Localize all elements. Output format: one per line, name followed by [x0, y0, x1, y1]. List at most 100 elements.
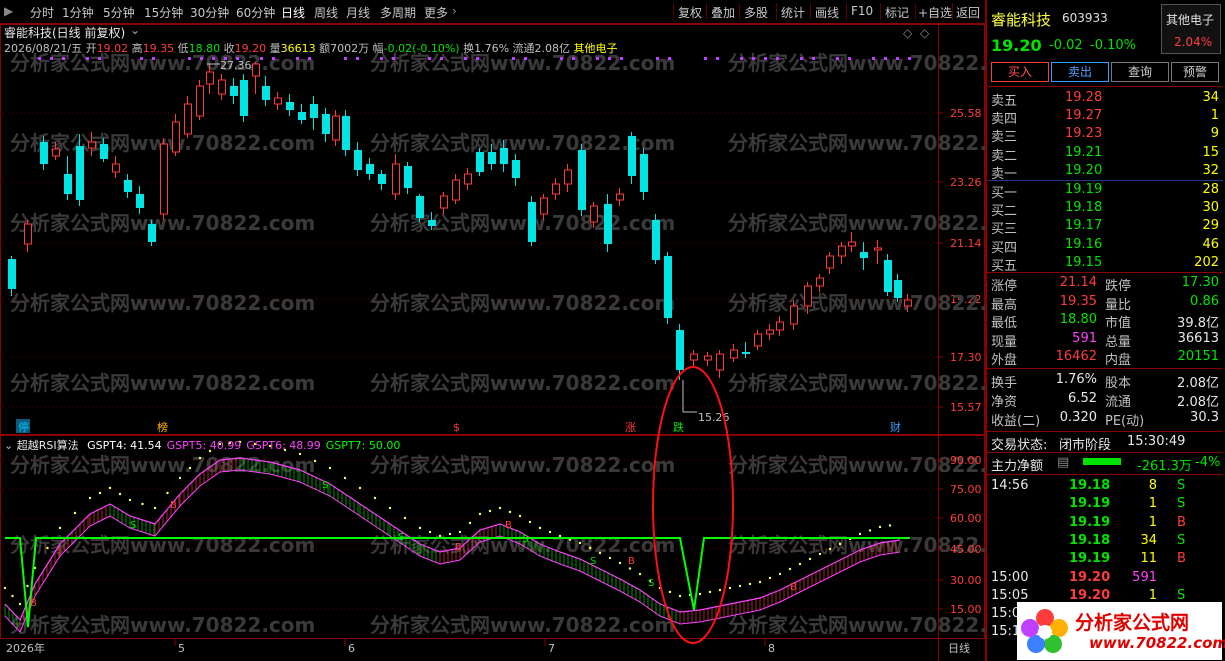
order-book-row[interactable]: 买五 19.15 202: [987, 254, 1223, 274]
tab-15min[interactable]: 15分钟: [144, 4, 183, 21]
chart-collapse-icon[interactable]: ◇: [920, 26, 929, 40]
gspt4-dot: [18, 602, 22, 606]
tab-60min[interactable]: 60分钟: [236, 4, 275, 21]
watermark-text: 分析家公式网www.70822.com: [370, 291, 675, 315]
indicator-header[interactable]: ⌄ 超越RSI算法 GSPT4: 41.54 GSPT5: 40.99 GSPT6:…: [4, 437, 400, 453]
action-stats[interactable]: 统计: [781, 4, 805, 21]
gspt4-dot: [46, 546, 49, 550]
tab-fenshi[interactable]: 分时: [30, 4, 54, 21]
buy-signal-mark: B: [505, 520, 512, 531]
order-book-row[interactable]: 买二 19.18 30: [987, 199, 1223, 219]
event-tag: 停: [18, 420, 29, 434]
tab-multi-period[interactable]: 多周期: [380, 4, 416, 21]
tab-more[interactable]: 更多: [424, 4, 448, 21]
tab-monthly[interactable]: 月线: [346, 4, 370, 21]
gspt4-dot: [73, 511, 77, 515]
candle-body: [838, 245, 846, 257]
gspt4-dot: [188, 466, 192, 470]
candle-body: [578, 150, 586, 210]
signal-dot: [752, 57, 755, 60]
tick-row: 19.19 1 B: [1069, 514, 1186, 530]
gspt4-dot: [708, 590, 712, 594]
action-fuquan[interactable]: 复权: [678, 4, 702, 21]
alert-button[interactable]: 预警: [1171, 62, 1219, 82]
kline-chart-area[interactable]: 25.58 23.26 21.14 19.22 17.30 15.57 分析家公式网www.…: [0, 23, 985, 661]
tab-30min[interactable]: 30分钟: [190, 4, 229, 21]
action-overlay[interactable]: 叠加: [711, 4, 735, 21]
candle-body: [100, 144, 108, 159]
order-book-row[interactable]: 卖三 19.23 9: [987, 125, 1223, 145]
gspt4-dot: [718, 588, 722, 592]
sell-signal-mark: S: [522, 534, 528, 545]
time-axis-label: 2026年: [6, 641, 45, 655]
gspt4-dot: [458, 530, 462, 534]
candle-body: [676, 330, 684, 370]
event-tag: 跌: [673, 420, 684, 434]
candle-body: [230, 86, 238, 96]
more-chevron-icon[interactable]: ›: [452, 4, 457, 18]
candle-body: [148, 224, 156, 242]
signal-dot: [836, 57, 839, 60]
watermark-text: 分析家公式网www.70822.com: [728, 131, 985, 155]
stats-row: 净资 6.52 流通 2.08亿: [991, 391, 1219, 410]
order-book-row[interactable]: 买三 19.17 29: [987, 217, 1223, 237]
stats-row: 外盘 16462 内盘 20151: [991, 349, 1219, 368]
tick-row: 19.19 11 B: [1069, 551, 1186, 567]
order-book-row[interactable]: 买四 19.16 46: [987, 236, 1223, 256]
toolbar-arrow-icon[interactable]: ▶: [4, 4, 13, 18]
chart-diamond-icon[interactable]: ◇: [903, 26, 912, 40]
gspt4-dot: [58, 526, 62, 530]
candle-body: [874, 247, 882, 251]
signal-dot: [308, 57, 311, 60]
action-back[interactable]: 返回: [956, 4, 980, 21]
order-book-row[interactable]: 卖五 19.28 34: [987, 89, 1223, 109]
gspt4-dot: [343, 476, 347, 480]
indicator-axis-label: 60.00: [950, 512, 982, 525]
tab-1min[interactable]: 1分钟: [62, 4, 94, 21]
signal-dot: [62, 57, 65, 60]
watermark-text: 分析家公式网www.70822.com: [370, 453, 675, 477]
candle-body: [826, 255, 834, 269]
action-mark[interactable]: 标记: [885, 4, 909, 21]
tab-daily[interactable]: 日线: [281, 4, 305, 21]
action-draw[interactable]: 画线: [815, 4, 839, 21]
kline-chart-svg[interactable]: 25.5823.2621.1419.2217.3015.57分析家公式网www.…: [0, 24, 985, 661]
quote-panel: 睿能科技 603933 其他电子 2.04% 19.20 -0.02 -0.10…: [985, 0, 1225, 661]
candle-body: [366, 164, 374, 174]
order-book-row[interactable]: 买一 19.19 28: [987, 181, 1223, 201]
candle-body: [262, 86, 270, 100]
watermark-text: 分析家公式网www.70822.com: [728, 371, 985, 395]
stats-row: 涨停 21.14 跌停 17.30: [991, 275, 1219, 294]
gspt4-dot: [428, 530, 432, 534]
trade-status: 交易状态: 闭市阶段 15:30:49: [991, 434, 1186, 453]
tab-weekly[interactable]: 周线: [314, 4, 338, 21]
chart-title-chevron-icon[interactable]: ⌄: [130, 23, 140, 37]
gspt4-dot: [808, 557, 812, 561]
signal-dot: [656, 57, 659, 60]
candle-body: [528, 202, 536, 242]
stock-code: 603933: [1062, 11, 1108, 25]
buy-button[interactable]: 买入: [991, 62, 1049, 82]
candle-body: [766, 329, 774, 335]
time-axis-label: 6: [348, 642, 355, 655]
sell-signal-mark: S: [130, 520, 136, 531]
signal-dot: [476, 57, 479, 60]
action-multistock[interactable]: 多股: [744, 4, 768, 21]
tab-5min[interactable]: 5分钟: [103, 4, 135, 21]
order-book-row[interactable]: 卖一 19.20 32: [987, 162, 1223, 182]
signal-dot: [800, 57, 803, 60]
signal-dot: [596, 57, 599, 60]
gspt4-dot: [328, 466, 332, 470]
indicator-label: GSPT6: 48.99: [246, 439, 321, 452]
buy-signal-mark: B: [455, 542, 462, 553]
order-book-row[interactable]: 卖四 19.27 1: [987, 107, 1223, 127]
action-f10[interactable]: F10: [851, 4, 873, 18]
query-button[interactable]: 查询: [1111, 62, 1169, 82]
sell-button[interactable]: 卖出: [1051, 62, 1109, 82]
signal-dot: [260, 57, 263, 60]
action-add-watchlist[interactable]: +自选: [918, 4, 952, 21]
order-book-row[interactable]: 卖二 19.21 15: [987, 144, 1223, 164]
sell-signal-mark: S: [648, 578, 654, 589]
candle-body: [240, 80, 248, 116]
sector-box[interactable]: 其他电子 2.04%: [1161, 4, 1221, 54]
